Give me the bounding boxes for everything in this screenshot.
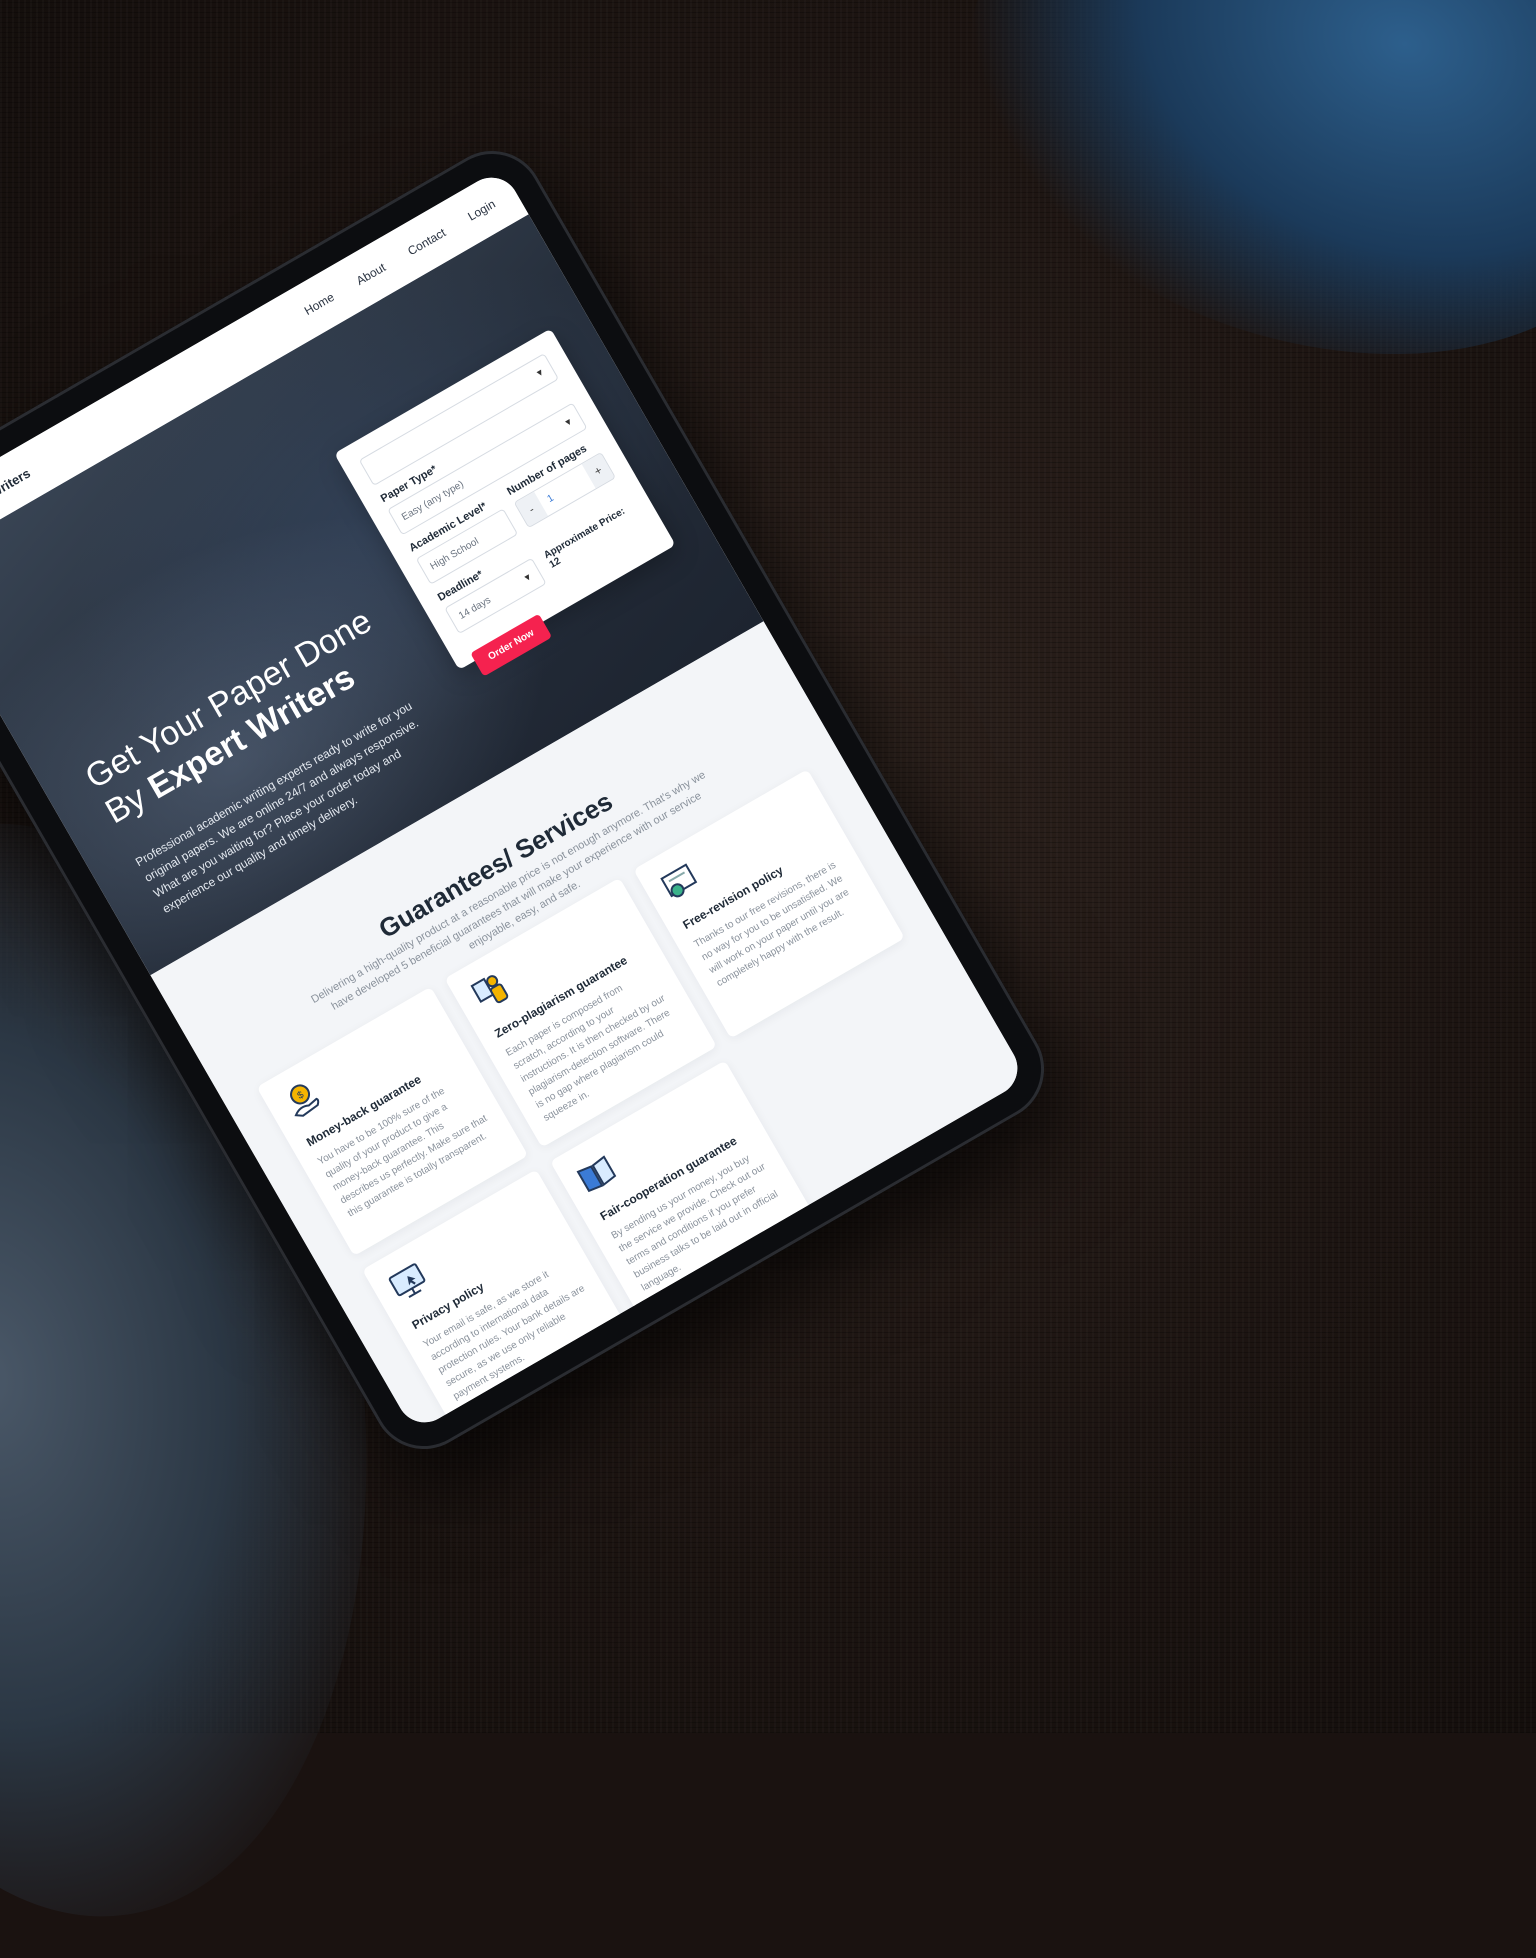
money-hand-icon: $ [290,1084,320,1117]
privacy-monitor-icon [388,1263,426,1298]
order-form: ▼ Paper Type* Easy (any type) ▼ Academic… [334,328,676,677]
chevron-down-icon: ▼ [521,570,534,584]
chevron-down-icon: ▼ [562,415,575,429]
certificate-icon [659,863,697,898]
chevron-down-icon: ▼ [533,366,547,380]
book-icon [576,1155,617,1192]
nav-login[interactable]: Login [465,197,497,224]
nav-home[interactable]: Home [302,290,337,318]
deadline-value: 14 days [456,594,493,622]
nav-about[interactable]: About [354,260,388,288]
card-text: You have to be 100% sure of the quality … [315,1085,490,1220]
nav-contact[interactable]: Contact [405,225,448,258]
plagiarism-icon [470,975,509,1003]
